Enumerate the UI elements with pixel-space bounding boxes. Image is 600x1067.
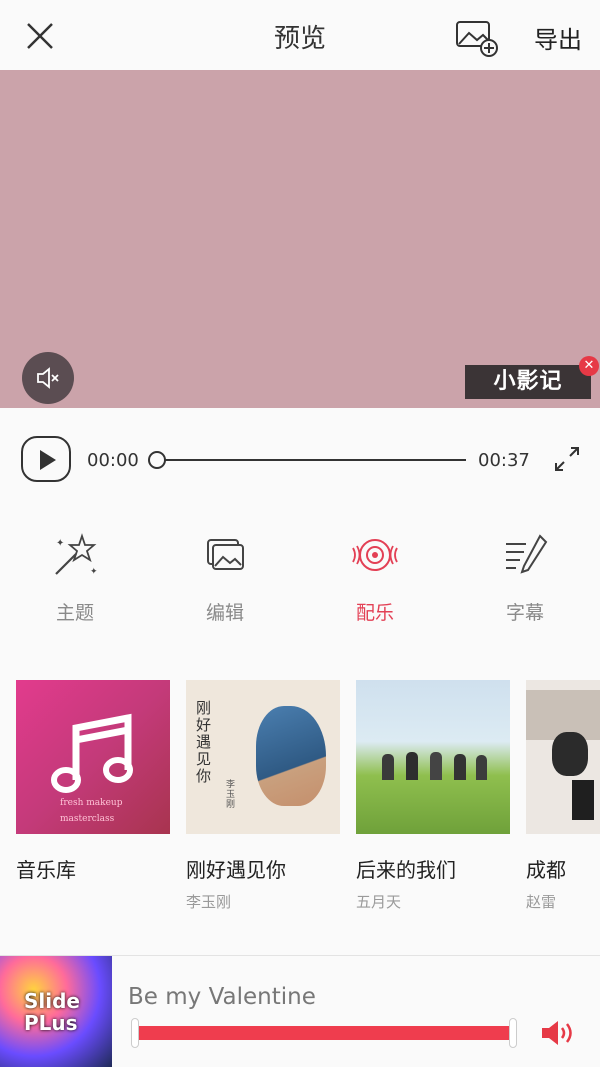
album-item[interactable]: 刚好遇见你 李玉刚 刚好遇见你 李玉刚 (186, 680, 340, 910)
album-item[interactable]: 后来的我们 五月天 (356, 680, 510, 910)
album-name: 刚好遇见你 (186, 858, 286, 882)
cover-text: 李玉刚 (226, 780, 236, 810)
page-title: 预览 (273, 24, 326, 54)
tab-theme[interactable]: ✦ ✦ 主题 (15, 530, 135, 625)
trim-handle-end[interactable] (509, 1018, 517, 1048)
trim-handle-start[interactable] (131, 1018, 139, 1048)
feature-tabs: ✦ ✦ 主题 编辑 配乐 字幕 (0, 530, 600, 626)
svg-text:✦: ✦ (56, 538, 64, 549)
trim-range[interactable] (135, 1026, 515, 1040)
subtitle-pen-icon (506, 534, 548, 574)
tab-edit[interactable]: 编辑 (165, 530, 285, 625)
progress-track[interactable] (156, 459, 466, 461)
export-button[interactable]: 导出 (534, 20, 582, 55)
magic-wand-icon: ✦ ✦ (55, 533, 98, 577)
song-thumbnail[interactable]: Slide PLus (0, 956, 112, 1067)
album-cover: 刚好遇见你 李玉刚 (186, 680, 340, 834)
thumb-text: PLus (24, 1011, 78, 1035)
song-title: Be my Valentine (128, 984, 316, 1010)
speaker-icon[interactable] (540, 1018, 576, 1048)
album-cover (526, 680, 600, 834)
album-name: 音乐库 (16, 858, 76, 882)
tab-subtitle[interactable]: 字幕 (465, 530, 585, 625)
cover-text: masterclass (60, 814, 115, 824)
album-artist: 李玉刚 (186, 893, 232, 910)
album-name: 后来的我们 (356, 858, 456, 882)
album-name: 成都 (526, 858, 566, 882)
album-cover (356, 680, 510, 834)
top-bar: 预览 导出 (0, 0, 600, 70)
band-figures (378, 752, 488, 780)
close-watermark-icon[interactable]: ✕ (579, 356, 599, 376)
music-trim-bar: Slide PLus Be my Valentine (0, 955, 600, 1067)
cover-text: 刚好遇见你 (196, 699, 212, 785)
player-controls: 00:00 00:37 (0, 408, 600, 508)
play-icon (40, 450, 56, 470)
thumb-text: Slide (24, 989, 80, 1013)
text-shape (572, 780, 594, 820)
watermark-label: 小影记 (465, 365, 591, 399)
tab-label: 字幕 (505, 602, 544, 624)
album-cover: fresh makeup masterclass (16, 680, 170, 834)
svg-text:✦: ✦ (90, 567, 98, 577)
music-disc-icon (352, 539, 398, 571)
speaker-muted-icon (37, 367, 59, 389)
album-item[interactable]: 成都 赵雷 (526, 680, 600, 910)
current-time: 00:00 (87, 450, 139, 471)
tab-label: 配乐 (355, 602, 394, 624)
play-button[interactable] (21, 436, 71, 482)
album-item[interactable]: fresh makeup masterclass 音乐库 (16, 680, 170, 891)
image-edit-icon (207, 539, 244, 570)
duration-time: 00:37 (478, 450, 530, 471)
cover-text: fresh makeup (60, 798, 123, 808)
mute-button[interactable] (22, 352, 74, 404)
add-image-icon[interactable] (455, 18, 499, 58)
album-list: fresh makeup masterclass 音乐库 刚好遇见你 李玉刚 刚… (0, 680, 600, 910)
fullscreen-icon[interactable] (552, 444, 582, 474)
video-preview[interactable]: 小影记 ✕ (0, 70, 600, 408)
progress-knob[interactable] (148, 451, 166, 469)
music-note-icon (51, 713, 133, 793)
tab-music[interactable]: 配乐 (315, 530, 435, 625)
album-artist: 赵雷 (526, 893, 557, 910)
portrait-shape (552, 732, 588, 776)
tab-label: 编辑 (205, 602, 244, 624)
portrait-shape (256, 706, 326, 806)
tab-label: 主题 (55, 602, 94, 624)
album-artist: 五月天 (356, 893, 402, 910)
thumb-logo: Slide PLus (24, 990, 80, 1034)
